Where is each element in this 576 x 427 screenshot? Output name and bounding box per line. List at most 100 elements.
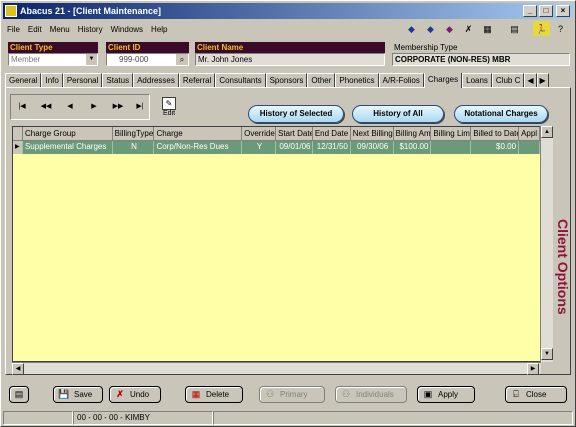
action-bar: ▤ 💾 Save ✗ Undo ▦ Delete ⚇ Primary ⚇ Individu… — [5, 383, 571, 409]
table-row[interactable]: ▶ Supplemental Charges N Corp/Non-Res Du… — [13, 141, 540, 154]
tab-ar-folios[interactable]: A/R-Folios — [378, 73, 424, 88]
tab-addresses[interactable]: Addresses — [133, 73, 179, 88]
history-of-selected-button[interactable]: History of Selected — [248, 105, 344, 123]
charges-grid: Charge Group BillingType Charge Override… — [12, 126, 541, 362]
tab-strip: General Info Personal Status Addresses R… — [5, 73, 573, 88]
client-id-input[interactable]: 999-000 ⌕ — [106, 53, 189, 66]
notes-button[interactable]: ▤ — [9, 386, 29, 403]
tools-icon[interactable]: ✗ — [460, 21, 477, 36]
next-page-icon[interactable]: ▶▶ — [111, 100, 125, 114]
menu-edit[interactable]: Edit — [24, 25, 46, 34]
individuals-button[interactable]: ⚇ Individuals — [335, 386, 407, 403]
tab-consultants[interactable]: Consultants — [215, 73, 266, 88]
scroll-down-icon[interactable]: ▼ — [541, 348, 553, 360]
individuals-icon: ⚇ — [341, 389, 351, 399]
client-name-field: Client Name Mr. John Jones — [195, 42, 385, 66]
client-type-field: Client Type Member ▼ — [8, 42, 98, 66]
calculator-icon[interactable]: ▤ — [506, 21, 523, 36]
undo-icon: ✗ — [116, 389, 124, 399]
next-record-icon[interactable]: ▶ — [87, 100, 101, 114]
title-bar: Abacus 21 - [Client Maintenance] _ □ × — [3, 3, 573, 19]
record-navigator: |◀ ◀◀ ◀ ▶ ▶▶ ▶| — [10, 94, 150, 120]
col-billing-limit[interactable]: Billing Limit — [431, 127, 472, 141]
col-override[interactable]: Override — [242, 127, 276, 141]
status-user: 00 - 00 - 00 - KIMBY — [73, 411, 213, 425]
close-button[interactable]: ⍇ Close — [505, 386, 567, 403]
tab-scroll-right-icon[interactable]: ▶ — [536, 73, 549, 88]
chevron-down-icon[interactable]: ▼ — [86, 54, 97, 65]
membership-type-value: CORPORATE (NON-RES) MBR — [392, 53, 570, 66]
tab-loans[interactable]: Loans — [462, 73, 492, 88]
tab-scroll-left-icon[interactable]: ◀ — [524, 73, 537, 88]
col-billing-type[interactable]: BillingType — [112, 127, 155, 141]
status-bar: 00 - 00 - 00 - KIMBY — [3, 411, 573, 425]
tab-info[interactable]: Info — [41, 73, 63, 88]
save-button[interactable]: 💾 Save — [53, 386, 103, 403]
exit-icon[interactable]: 🏃 — [533, 21, 550, 36]
close-door-icon: ⍇ — [513, 389, 519, 399]
client-type-select[interactable]: Member ▼ — [8, 53, 98, 66]
scroll-right-icon[interactable]: ▶ — [527, 363, 539, 375]
scroll-left-icon[interactable]: ◀ — [12, 363, 24, 375]
delete-button[interactable]: ▦ Delete — [185, 386, 243, 403]
grid-icon[interactable]: ▦ — [479, 21, 496, 36]
apply-button[interactable]: ▣ Apply — [417, 386, 475, 403]
tab-personal[interactable]: Personal — [62, 73, 103, 88]
prev-record-icon[interactable]: ◀ — [63, 100, 77, 114]
notational-charges-button[interactable]: Notational Charges — [454, 105, 548, 123]
horizontal-scrollbar[interactable]: ◀ ▶ — [12, 362, 541, 375]
primary-button[interactable]: ⚇ Primary — [259, 386, 325, 403]
scroll-up-icon[interactable]: ▲ — [541, 126, 553, 138]
history-of-all-button[interactable]: History of All — [352, 105, 444, 123]
help-icon[interactable]: ? — [552, 21, 569, 36]
app-icon — [5, 5, 17, 17]
col-charge-group[interactable]: Charge Group — [22, 127, 113, 141]
toolbar: ◆ ◆ ◆ ✗ ▦ ▤ 🏃 ? — [403, 21, 569, 36]
prev-page-icon[interactable]: ◀◀ — [39, 100, 53, 114]
arrow-right-icon[interactable]: ◆ — [422, 21, 439, 36]
col-end-date[interactable]: End Date — [312, 127, 351, 141]
delete-icon: ▦ — [191, 389, 201, 399]
col-billed-to-date[interactable]: Billed to Date — [471, 127, 520, 141]
notes-icon: ▤ — [14, 389, 24, 399]
save-icon: 💾 — [58, 389, 70, 399]
tab-charges[interactable]: Charges — [423, 73, 463, 88]
col-billing-amt[interactable]: Billing Amt — [393, 127, 432, 141]
membership-type-field: Membership Type CORPORATE (NON-RES) MBR — [392, 42, 570, 66]
menu-help[interactable]: Help — [147, 25, 171, 34]
tab-referral[interactable]: Referral — [178, 73, 216, 88]
tab-sponsors[interactable]: Sponsors — [265, 73, 308, 88]
gem-icon[interactable]: ◆ — [441, 21, 458, 36]
tab-phonetics[interactable]: Phonetics — [335, 73, 379, 88]
menu-menu[interactable]: Menu — [46, 25, 74, 34]
vertical-scrollbar[interactable]: ▲ ▼ — [540, 126, 553, 362]
menu-file[interactable]: File — [3, 25, 24, 34]
col-start-date[interactable]: Start Date — [275, 127, 313, 141]
col-appl[interactable]: Appl — [519, 127, 540, 141]
tab-club[interactable]: Club C — [491, 73, 525, 88]
first-record-icon[interactable]: |◀ — [15, 100, 29, 114]
edit-button[interactable]: ✎ Edit — [158, 97, 180, 123]
close-window-button[interactable]: × — [556, 5, 570, 17]
maximize-button[interactable]: □ — [539, 5, 553, 17]
tab-other[interactable]: Other — [307, 73, 336, 88]
search-icon[interactable]: ⌕ — [176, 54, 188, 65]
status-cell-empty — [3, 411, 73, 425]
client-options-sidebar[interactable]: Client Options — [554, 88, 572, 376]
menu-history[interactable]: History — [74, 25, 107, 34]
menu-windows[interactable]: Windows — [107, 25, 147, 34]
window-title: Abacus 21 - [Client Maintenance] — [20, 6, 162, 16]
col-next-billing[interactable]: Next Billing — [350, 127, 394, 141]
col-charge[interactable]: Charge — [154, 127, 243, 141]
minimize-button[interactable]: _ — [523, 5, 537, 17]
client-id-field: Client ID 999-000 ⌕ — [106, 42, 189, 66]
tab-general[interactable]: General — [5, 73, 42, 88]
arrow-left-icon[interactable]: ◆ — [403, 21, 420, 36]
last-record-icon[interactable]: ▶| — [133, 100, 147, 114]
row-selector-icon[interactable]: ▶ — [13, 141, 23, 154]
tab-status[interactable]: Status — [102, 73, 134, 88]
grid-header: Charge Group BillingType Charge Override… — [13, 127, 540, 141]
undo-button[interactable]: ✗ Undo — [109, 386, 161, 403]
apply-icon: ▣ — [423, 389, 433, 399]
client-name-value: Mr. John Jones — [195, 53, 385, 66]
